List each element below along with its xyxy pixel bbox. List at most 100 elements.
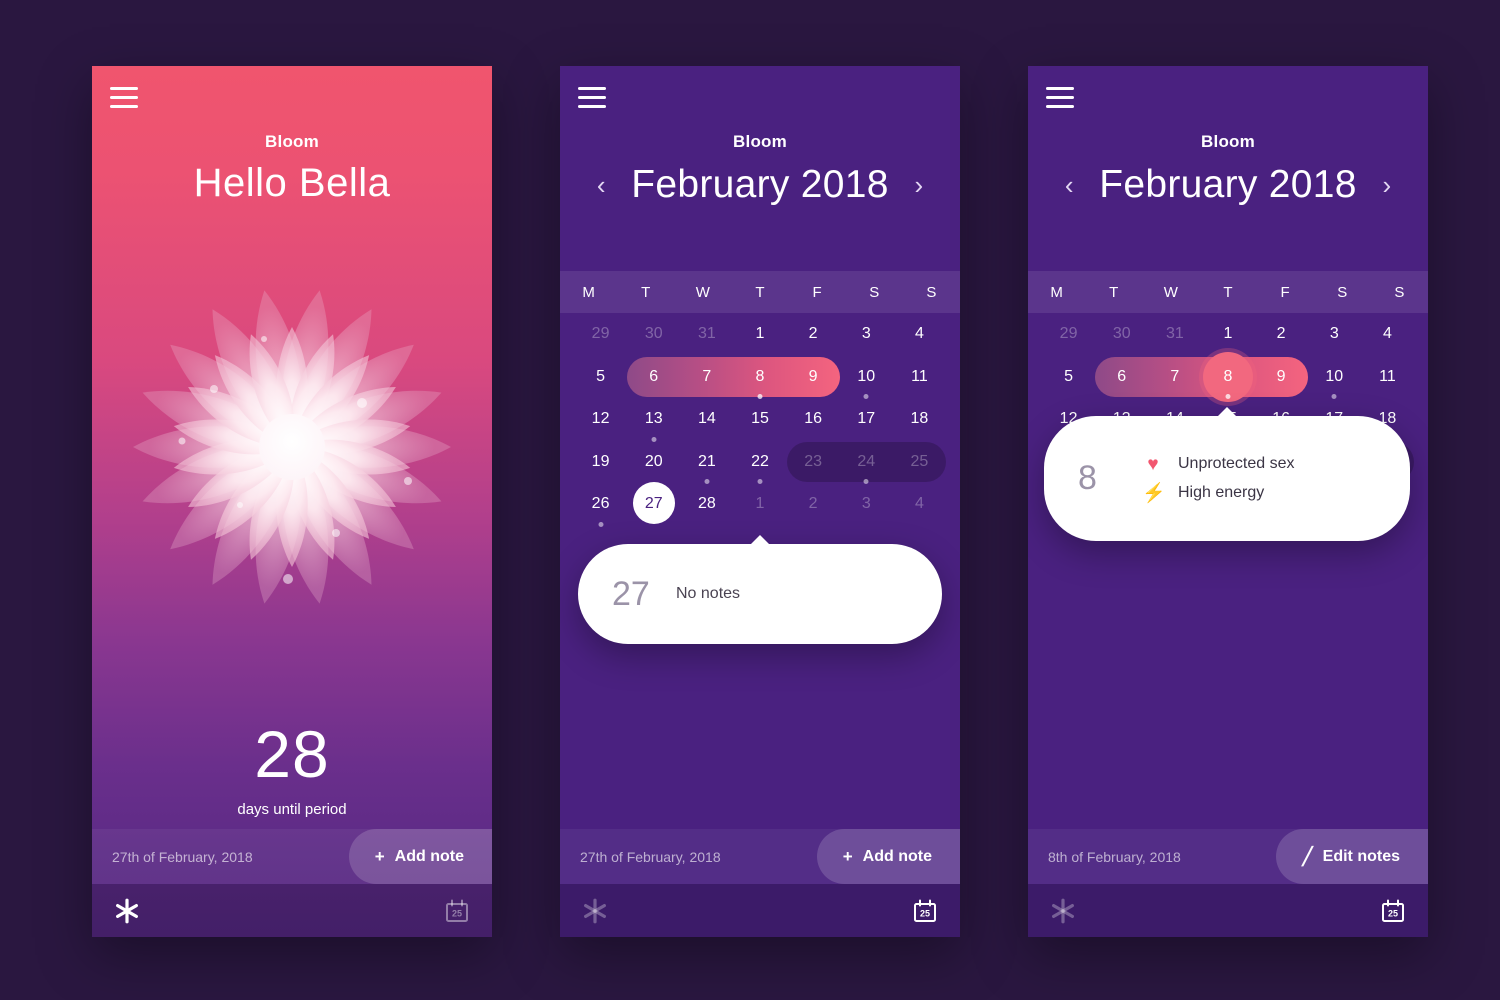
weekday-label-0: M: [582, 283, 595, 301]
calendar-day-label: 10: [857, 367, 876, 385]
calendar-day-11[interactable]: 11: [893, 356, 946, 399]
calendar-day-7[interactable]: 7: [1148, 356, 1201, 399]
edit-notes-button[interactable]: ╱ Edit notes: [1276, 829, 1428, 884]
calendar-day-label: 1: [755, 325, 765, 343]
phone-screen-home: Bloom Hello Bella 28 days until period 2…: [92, 66, 492, 937]
edit-notes-button-label: Edit notes: [1322, 847, 1400, 865]
list-item[interactable]: ⚡ High energy: [1142, 484, 1295, 503]
list-item[interactable]: ♥ Unprotected sex: [1142, 453, 1294, 475]
calendar-day-25[interactable]: 25: [893, 441, 946, 484]
add-note-button[interactable]: + Add note: [816, 829, 960, 884]
calendar-day-7[interactable]: 7: [680, 356, 733, 399]
calendar-day-label: 23: [804, 452, 823, 470]
calendar-day-16[interactable]: 16: [787, 398, 840, 441]
calendar-day-1[interactable]: 1: [733, 313, 786, 356]
note-card[interactable]: 8 ♥ Unprotected sex ⚡ High energy: [1044, 407, 1410, 541]
calendar-day-28[interactable]: 28: [680, 483, 733, 526]
weekday-label-6: S: [1394, 283, 1405, 301]
calendar-day-15[interactable]: 15: [733, 398, 786, 441]
svg-text:25: 25: [452, 908, 462, 918]
calendar-day-label: 24: [857, 452, 876, 470]
calendar-day-30[interactable]: 30: [1095, 313, 1148, 356]
hamburger-icon[interactable]: [578, 87, 606, 108]
tab-calendar-icon[interactable]: 25: [912, 898, 938, 924]
calendar-day-27[interactable]: 27: [627, 482, 680, 526]
calendar-day-label: 20: [644, 452, 663, 470]
calendar-day-13[interactable]: 13: [627, 398, 680, 442]
calendar-day-label: 15: [751, 410, 769, 428]
hamburger-icon[interactable]: [110, 87, 138, 108]
calendar-day-3[interactable]: 3: [1308, 313, 1361, 356]
calendar-day-label: 27: [644, 495, 663, 513]
hamburger-icon[interactable]: [1046, 87, 1074, 108]
calendar-day-22[interactable]: 22: [733, 441, 786, 484]
calendar-day-5[interactable]: 5: [574, 356, 627, 399]
note-card[interactable]: 27 No notes: [578, 535, 942, 644]
calendar-day-2[interactable]: 2: [1255, 313, 1308, 356]
calendar-day-29[interactable]: 29: [1042, 313, 1095, 356]
add-note-button-label: Add note: [394, 847, 464, 865]
calendar-day-10[interactable]: 10: [840, 356, 893, 399]
calendar-day-29[interactable]: 29: [574, 313, 627, 356]
next-month-button[interactable]: ›: [1367, 170, 1407, 201]
tab-calendar-icon[interactable]: 25: [444, 898, 470, 924]
calendar-day-26[interactable]: 26: [574, 483, 627, 527]
pencil-icon: ╱: [1302, 846, 1313, 866]
next-month-button[interactable]: ›: [899, 170, 939, 201]
calendar-day-30[interactable]: 30: [627, 313, 680, 356]
tab-flower-icon[interactable]: [582, 898, 608, 924]
calendar-day-9[interactable]: 9: [787, 356, 840, 399]
calendar-day-6[interactable]: 6: [1095, 356, 1148, 399]
tab-calendar-icon[interactable]: 25: [1380, 898, 1406, 924]
calendar-day-18[interactable]: 18: [893, 398, 946, 441]
calendar-day-4[interactable]: 4: [893, 483, 946, 526]
calendar-day-label: 19: [591, 452, 610, 470]
calendar-day-label: 11: [1379, 367, 1396, 385]
calendar-day-1[interactable]: 1: [733, 483, 786, 526]
calendar-day-14[interactable]: 14: [680, 398, 733, 441]
calendar-day-8[interactable]: 8: [733, 356, 786, 399]
calendar-day-5[interactable]: 5: [1042, 356, 1095, 399]
weekday-label-2: W: [695, 283, 710, 301]
calendar-day-6[interactable]: 6: [627, 356, 680, 399]
calendar-day-3[interactable]: 3: [840, 313, 893, 356]
calendar-day-1[interactable]: 1: [1201, 313, 1254, 356]
calendar-week-row: 29 30 31 1 2 3 4: [574, 313, 946, 356]
previous-month-button[interactable]: ‹: [581, 170, 621, 201]
add-note-button[interactable]: + Add note: [348, 829, 492, 884]
heart-icon: ♥: [1147, 453, 1159, 475]
calendar-day-3[interactable]: 3: [840, 483, 893, 526]
month-title: February 2018: [1099, 163, 1357, 206]
calendar-day-24[interactable]: 24: [840, 441, 893, 484]
calendar-day-label: 4: [914, 495, 924, 513]
tab-flower-icon[interactable]: [114, 898, 140, 924]
calendar-day-31[interactable]: 31: [1148, 313, 1201, 356]
calendar-day-12[interactable]: 12: [574, 398, 627, 441]
month-navigator: ‹ February 2018 ›: [560, 156, 960, 214]
calendar-day-19[interactable]: 19: [574, 441, 627, 484]
calendar-day-20[interactable]: 20: [627, 441, 680, 484]
calendar-day-9[interactable]: 9: [1255, 356, 1308, 399]
calendar-grid: 2930311234567891011121314151617181920212…: [560, 313, 960, 527]
tab-flower-icon[interactable]: [1050, 898, 1076, 924]
current-date-label: 8th of February, 2018: [1048, 848, 1181, 865]
calendar-day-4[interactable]: 4: [1361, 313, 1414, 356]
calendar-day-label: 3: [1329, 325, 1339, 343]
weekday-label-0: M: [1050, 283, 1063, 301]
previous-month-button[interactable]: ‹: [1049, 170, 1089, 201]
calendar-day-10[interactable]: 10: [1308, 356, 1361, 399]
calendar-day-8[interactable]: 8: [1201, 351, 1254, 402]
calendar-day-17[interactable]: 17: [840, 398, 893, 441]
calendar-day-2[interactable]: 2: [787, 483, 840, 526]
calendar-day-11[interactable]: 11: [1361, 356, 1414, 399]
month-navigator: ‹ February 2018 ›: [1028, 156, 1428, 214]
calendar-day-2[interactable]: 2: [787, 313, 840, 356]
weekday-label-5: S: [1337, 283, 1348, 301]
screenshot-canvas: Bloom Hello Bella 28 days until period 2…: [0, 0, 1500, 1000]
calendar-week-row: 29 30 31 1 2 3 4: [1042, 313, 1414, 356]
calendar-day-4[interactable]: 4: [893, 313, 946, 356]
app-brand-title: Bloom: [733, 132, 787, 151]
calendar-day-31[interactable]: 31: [680, 313, 733, 356]
calendar-day-23[interactable]: 23: [787, 441, 840, 484]
calendar-day-21[interactable]: 21: [680, 441, 733, 484]
